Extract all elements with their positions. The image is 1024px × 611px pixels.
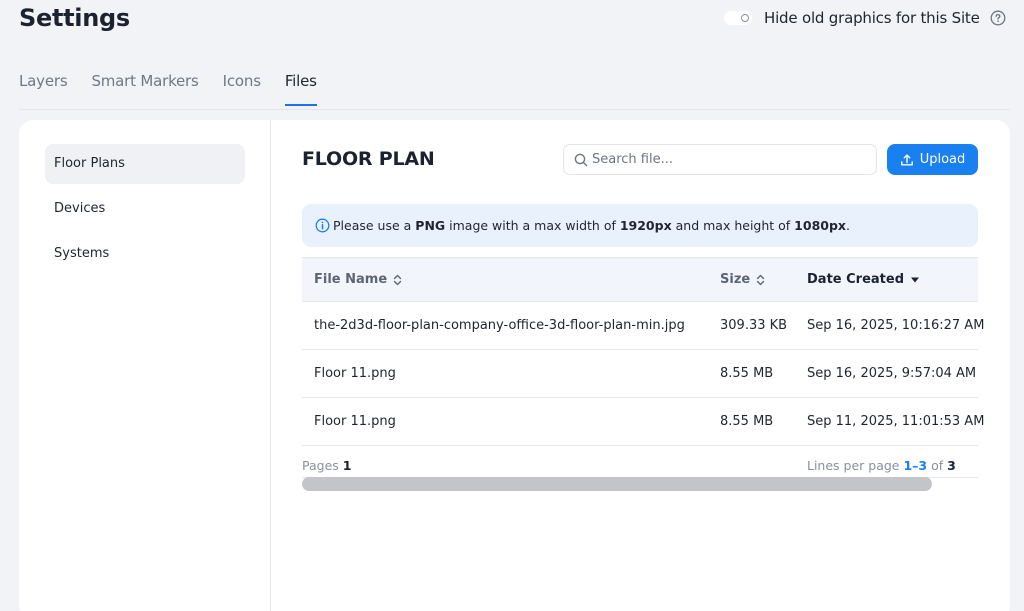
sidebar-item-devices[interactable]: Devices (45, 189, 245, 229)
cell-size: 8.55 MB (720, 366, 774, 381)
cell-date-created: Sep 11, 2025, 11:01:53 AM (807, 414, 985, 429)
sidebar-item-systems[interactable]: Systems (45, 234, 245, 274)
table-footer: Pages 1 Lines per page 1–3 of 3 (302, 446, 978, 478)
settings-tabs: Layers Smart Markers Icons Files (19, 72, 341, 106)
info-banner: Please use a PNG image with a max width … (302, 204, 978, 247)
horizontal-scrollbar[interactable] (302, 477, 932, 491)
files-sidebar: Floor Plans Devices Systems (19, 120, 271, 611)
hide-old-graphics-toggle-row[interactable]: Hide old graphics for this Site (724, 8, 980, 28)
files-card: Floor Plans Devices Systems FLOOR PLAN U… (19, 120, 1010, 611)
section-title: FLOOR PLAN (302, 148, 435, 170)
tabs-divider (19, 109, 1010, 110)
sort-icon (393, 274, 402, 285)
sort-desc-icon (911, 277, 919, 282)
table-row[interactable]: the-2d3d-floor-plan-company-office-3d-fl… (302, 302, 984, 350)
hide-old-graphics-toggle[interactable] (724, 11, 752, 25)
cell-file-name: Floor 11.png (314, 366, 396, 381)
toggle-label: Hide old graphics for this Site (764, 9, 980, 27)
sidebar-item-floor-plans[interactable]: Floor Plans (45, 144, 245, 184)
page-title: Settings (19, 4, 130, 32)
cell-file-name: Floor 11.png (314, 414, 396, 429)
tab-files[interactable]: Files (284, 72, 317, 106)
info-icon (315, 218, 330, 233)
lines-range[interactable]: 1–3 (903, 458, 927, 473)
table-header: File Name Size Date Created (302, 257, 978, 302)
tab-icons[interactable]: Icons (223, 72, 261, 106)
tab-smart-markers[interactable]: Smart Markers (91, 72, 198, 106)
upload-button[interactable]: Upload (887, 144, 978, 175)
column-header-size[interactable]: Size (720, 258, 765, 301)
cell-size: 309.33 KB (720, 318, 788, 333)
table-row[interactable]: Floor 11.png 8.55 MB Sep 11, 2025, 11:01… (302, 398, 984, 446)
upload-label: Upload (919, 152, 966, 167)
sort-icon (757, 274, 765, 285)
table-row[interactable]: Floor 11.png 8.55 MB Sep 16, 2025, 9:57:… (302, 350, 978, 398)
search-icon (574, 153, 588, 167)
column-header-file-name[interactable]: File Name (314, 258, 402, 301)
lines-per-page: Lines per page 1–3 of 3 (807, 458, 956, 473)
search-box[interactable] (563, 144, 877, 175)
help-icon[interactable] (990, 10, 1006, 26)
search-input[interactable] (592, 145, 862, 174)
files-table: File Name Size Date Created the-2d3d-flo… (302, 257, 984, 478)
tab-layers[interactable]: Layers (19, 72, 68, 106)
pages-indicator: Pages 1 (302, 458, 352, 473)
cell-date-created: Sep 16, 2025, 9:57:04 AM (807, 366, 977, 381)
column-header-date-created[interactable]: Date Created (807, 258, 920, 301)
cell-file-name: the-2d3d-floor-plan-company-office-3d-fl… (314, 318, 685, 333)
toggle-knob (741, 14, 749, 22)
upload-icon (900, 153, 913, 165)
cell-size: 8.55 MB (720, 414, 774, 429)
cell-date-created: Sep 16, 2025, 10:16:27 AM (807, 318, 985, 333)
info-text: Please use a PNG image with a max width … (333, 218, 850, 233)
